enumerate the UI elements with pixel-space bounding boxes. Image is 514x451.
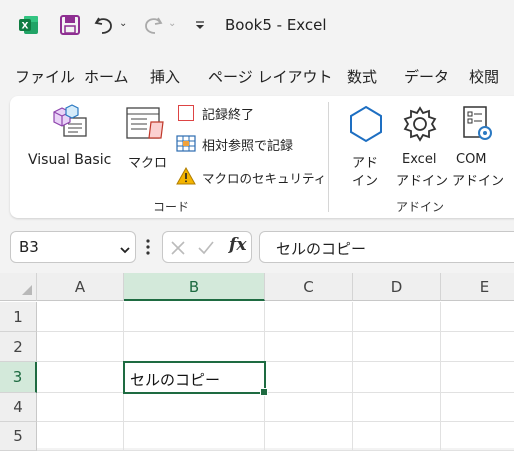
addin-label-2: イン [352,174,379,189]
title-bar: X ⌄ ⌄ Book5 - Excel [0,0,514,54]
window-title: Book5 - Excel [225,16,327,34]
cell-c5[interactable] [265,422,353,451]
macro-label: マクロ [128,156,168,171]
cell-e1[interactable] [441,302,514,332]
tab-insert[interactable]: 挿入 [150,66,180,87]
addin-icon [346,104,386,144]
tab-review[interactable]: 校閲 [469,66,499,87]
cancel-icon[interactable] [169,239,187,257]
visual-basic-label: Visual Basic [28,152,112,168]
column-header-b[interactable]: B [124,273,265,301]
selected-cell-b3[interactable]: セルのコピー [123,361,268,396]
com-addin-label-1: COM [456,152,487,167]
cell-a2[interactable] [37,332,124,362]
svg-text:X: X [22,22,29,32]
warning-icon [176,166,196,185]
cell-d3[interactable] [353,362,441,393]
com-addin-icon [456,104,496,144]
visual-basic-button[interactable]: Visual Basic [24,102,116,172]
relative-reference-label: 相対参照で記録 [202,139,294,154]
macro-security-label: マクロのセキュリティ [202,171,327,186]
spreadsheet-grid: A B C D E 1 2 3 4 5 セルのコピー [0,273,514,451]
relative-reference-icon [176,135,196,153]
redo-dropdown-icon[interactable]: ⌄ [168,18,176,29]
ribbon: Visual Basic マクロ 記録終了 相対参照で記録 マクロのセキュリティ… [10,96,514,218]
gear-icon [400,104,440,144]
macro-icon [125,104,167,144]
row-header-5[interactable]: 5 [0,422,37,451]
column-header-c[interactable]: C [265,273,353,301]
cell-b2[interactable] [124,332,265,362]
cell-b4[interactable] [124,393,265,422]
cell-b5[interactable] [124,422,265,451]
cell-a1[interactable] [37,302,124,332]
cell-c1[interactable] [265,302,353,332]
cell-c4[interactable] [265,393,353,422]
redo-icon[interactable] [141,13,165,37]
column-header-d[interactable]: D [353,273,441,301]
insert-function-icon[interactable]: fx [229,235,246,255]
cell-d2[interactable] [353,332,441,362]
row-header-1[interactable]: 1 [0,302,37,332]
name-box[interactable]: B3 [10,231,136,263]
column-header-e[interactable]: E [441,273,514,301]
formula-controls: fx [162,231,252,263]
enter-check-icon[interactable] [197,239,215,257]
tab-formulas[interactable]: 数式 [347,66,377,87]
cell-e3[interactable] [441,362,514,393]
visual-basic-icon [50,104,90,140]
excel-logo-icon: X [18,14,40,36]
macro-button[interactable]: マクロ [122,102,168,172]
tab-file[interactable]: ファイル [15,66,75,87]
customize-quick-access-icon[interactable] [193,16,207,34]
ribbon-separator [328,102,329,212]
code-group-label: コード [153,200,190,214]
row-header-2[interactable]: 2 [0,332,37,362]
stop-recording-icon [178,105,194,121]
formula-content: セルのコピー [276,240,367,258]
excel-addin-label-2: アドイン [396,174,449,189]
cell-a3[interactable] [37,362,124,393]
undo-dropdown-icon[interactable]: ⌄ [119,18,127,29]
row-header-4[interactable]: 4 [0,393,37,422]
cell-e5[interactable] [441,422,514,451]
fill-handle[interactable] [260,388,268,396]
cell-d5[interactable] [353,422,441,451]
cell-c3[interactable] [265,362,353,393]
addin-label-1: アド [352,156,379,171]
column-header-a[interactable]: A [37,273,124,301]
addin-button[interactable]: アド イン [340,102,390,189]
cell-d1[interactable] [353,302,441,332]
name-box-value: B3 [19,238,39,256]
cell-b1[interactable] [124,302,265,332]
addin-group-label: アドイン [396,200,445,214]
tab-data[interactable]: データ [404,66,449,87]
cell-a5[interactable] [37,422,124,451]
select-all-corner[interactable] [0,273,37,301]
more-options-icon[interactable] [145,238,151,256]
com-addin-button[interactable]: COM アドイン [450,102,506,189]
stop-recording-label: 記録終了 [202,108,255,123]
excel-addin-label-1: Excel [402,152,437,167]
tab-home[interactable]: ホーム [84,66,129,87]
macro-security-button[interactable]: マクロのセキュリティ [176,166,326,188]
row-header-3[interactable]: 3 [0,362,37,393]
relative-reference-button[interactable]: 相対参照で記録 [176,134,326,156]
chevron-down-icon[interactable] [119,241,131,254]
formula-bar[interactable]: セルのコピー [259,231,514,263]
cell-e2[interactable] [441,332,514,362]
tab-page-layout[interactable]: ページ レイアウト [208,66,332,87]
cell-c2[interactable] [265,332,353,362]
save-icon[interactable] [58,13,82,37]
undo-icon[interactable] [92,13,116,37]
excel-addin-button[interactable]: Excel アドイン [394,102,448,189]
menu-bar: ファイル ホーム 挿入 ページ レイアウト 数式 データ 校閲 [0,56,514,94]
cell-a4[interactable] [37,393,124,422]
cell-e4[interactable] [441,393,514,422]
cell-d4[interactable] [353,393,441,422]
stop-recording-button[interactable]: 記録終了 [176,104,316,126]
com-addin-label-2: アドイン [452,174,505,189]
cell-b3-value: セルのコピー [130,371,221,389]
